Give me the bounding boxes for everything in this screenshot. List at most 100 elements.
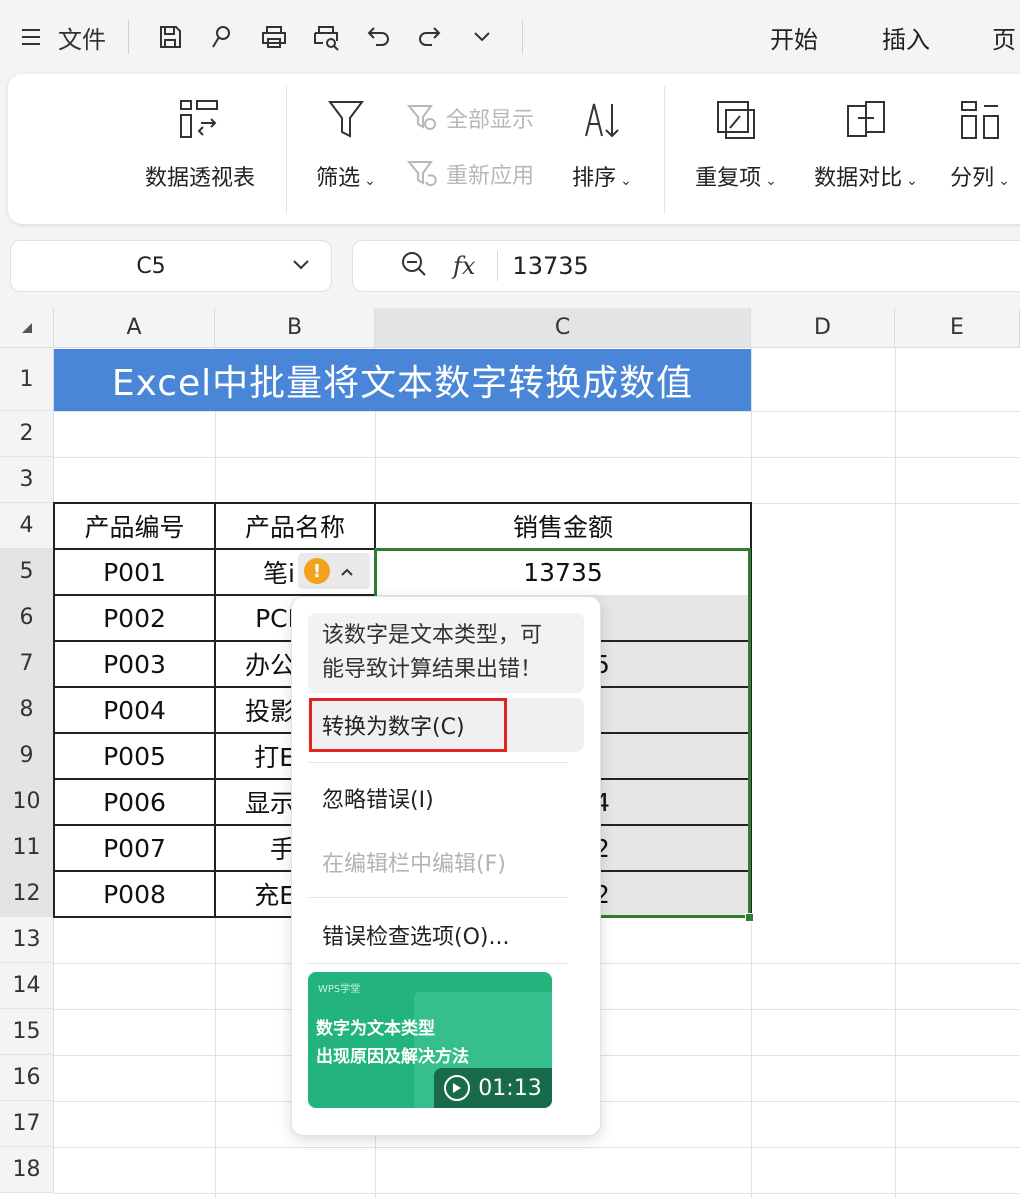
table-cell-id[interactable]: P001 bbox=[54, 549, 215, 595]
column-header[interactable]: B bbox=[215, 308, 375, 348]
duplicates-button[interactable]: 重复项 ⌄ bbox=[686, 96, 786, 192]
row-header[interactable]: 8 bbox=[0, 687, 54, 733]
tutorial-video-thumbnail[interactable]: WPS学堂 数字为文本类型 出现原因及解决方法 01:13 bbox=[308, 972, 552, 1108]
table-cell-amount[interactable]: 13735 bbox=[375, 549, 751, 595]
row-header[interactable]: 16 bbox=[0, 1055, 54, 1101]
print-preview-icon[interactable] bbox=[308, 18, 344, 56]
row-header[interactable]: 17 bbox=[0, 1101, 54, 1147]
table-cell-name[interactable]: 手 bbox=[215, 825, 295, 871]
gridline bbox=[54, 1147, 1020, 1148]
chevron-down-icon[interactable] bbox=[466, 18, 498, 56]
column-header[interactable]: E bbox=[895, 308, 1020, 348]
sort-label: 排序 bbox=[572, 166, 617, 191]
ribbon: 数据透视表 筛选 ⌄ 全部显示 重新应用 排序 ⌄ 重复项 ⌄ 数据对比 ⌄ 分… bbox=[8, 74, 1020, 224]
name-box[interactable]: C5 bbox=[10, 240, 332, 292]
table-cell-name[interactable]: 显示 bbox=[215, 779, 295, 825]
reapply-label: 重新应用 bbox=[446, 164, 535, 189]
table-border bbox=[214, 502, 216, 918]
show-all-button[interactable]: 全部显示 bbox=[404, 100, 534, 136]
tab-insert[interactable]: 插入 bbox=[882, 18, 930, 56]
row-header[interactable]: 6 bbox=[0, 595, 54, 641]
error-check-options-item[interactable]: 错误检查选项(O)... bbox=[308, 908, 584, 962]
fill-handle[interactable] bbox=[745, 913, 754, 922]
column-header[interactable]: A bbox=[54, 308, 215, 348]
gridline bbox=[54, 457, 1020, 458]
print-icon[interactable] bbox=[256, 18, 292, 56]
row-header[interactable]: 11 bbox=[0, 825, 54, 871]
filter-button[interactable]: 筛选 ⌄ bbox=[308, 96, 384, 192]
row-header[interactable]: 3 bbox=[0, 457, 54, 503]
reapply-button[interactable]: 重新应用 bbox=[404, 156, 534, 192]
row-header[interactable]: 14 bbox=[0, 963, 54, 1009]
save-icon[interactable] bbox=[152, 18, 188, 56]
table-cell-id[interactable]: P004 bbox=[54, 687, 215, 733]
tab-home[interactable]: 开始 bbox=[770, 18, 818, 56]
chevron-down-icon[interactable] bbox=[291, 257, 311, 276]
row-header[interactable]: 5 bbox=[0, 549, 54, 595]
file-menu[interactable]: 文件 bbox=[54, 18, 110, 56]
pivot-table-label: 数据透视表 bbox=[144, 166, 255, 191]
data-compare-label: 数据对比 bbox=[814, 166, 903, 191]
undo-icon[interactable] bbox=[360, 18, 396, 56]
table-cell-id[interactable]: P007 bbox=[54, 825, 215, 871]
data-compare-button[interactable]: 数据对比 ⌄ bbox=[804, 96, 928, 192]
redo-icon[interactable] bbox=[412, 18, 448, 56]
sheet-title[interactable]: Excel中批量将文本数字转换成数值 bbox=[54, 349, 751, 411]
table-cell-id[interactable]: P008 bbox=[54, 871, 215, 917]
table-cell-id[interactable]: P006 bbox=[54, 779, 215, 825]
row-header[interactable]: 9 bbox=[0, 733, 54, 779]
table-cell-id[interactable]: P002 bbox=[54, 595, 215, 641]
select-all-corner[interactable] bbox=[0, 308, 54, 348]
chevron-down-icon: ⌄ bbox=[364, 173, 376, 189]
table-cell-name[interactable]: 投影 bbox=[215, 687, 295, 733]
ignore-error-item[interactable]: 忽略错误(I) bbox=[308, 771, 584, 825]
row-header[interactable]: 7 bbox=[0, 641, 54, 687]
table-border bbox=[53, 502, 55, 918]
hamburger-menu-icon[interactable] bbox=[16, 18, 46, 56]
table-cell-id[interactable]: P003 bbox=[54, 641, 215, 687]
video-title-line: 出现原因及解决方法 bbox=[316, 1047, 469, 1067]
duplicates-label: 重复项 bbox=[695, 166, 762, 191]
chevron-down-icon: ⌄ bbox=[620, 173, 632, 189]
table-cell-name[interactable]: 打E bbox=[215, 733, 295, 779]
row-header[interactable]: 1 bbox=[0, 348, 54, 411]
sort-button[interactable]: 排序 ⌄ bbox=[564, 96, 640, 192]
tab-page[interactable]: 页 bbox=[992, 18, 1016, 56]
row-header[interactable]: 13 bbox=[0, 917, 54, 963]
duration-text: 01:13 bbox=[478, 1075, 542, 1101]
filter-label: 筛选 bbox=[316, 166, 361, 191]
table-cell-id[interactable]: P005 bbox=[54, 733, 215, 779]
reapply-icon bbox=[404, 156, 440, 192]
error-smart-tag-button[interactable]: ! bbox=[298, 553, 370, 589]
header-cell-id[interactable]: 产品编号 bbox=[54, 503, 215, 549]
row-header[interactable]: 15 bbox=[0, 1009, 54, 1055]
chevron-up-icon bbox=[340, 562, 354, 581]
row-header[interactable]: 10 bbox=[0, 779, 54, 825]
row-header[interactable]: 4 bbox=[0, 503, 54, 549]
error-message-line: 能导致计算结果出错！ bbox=[322, 657, 543, 682]
show-all-icon bbox=[404, 100, 440, 136]
function-icon[interactable]: fx bbox=[453, 252, 475, 280]
pivot-table-button[interactable]: 数据透视表 bbox=[138, 96, 262, 192]
table-cell-name[interactable]: PCI bbox=[215, 595, 295, 641]
video-duration[interactable]: 01:13 bbox=[434, 1068, 552, 1108]
zoom-out-icon[interactable] bbox=[399, 249, 429, 283]
row-header[interactable]: 18 bbox=[0, 1147, 54, 1193]
edit-in-formula-bar-item[interactable]: 在编辑栏中编辑(F) bbox=[308, 835, 584, 889]
table-cell-name[interactable]: 充E bbox=[215, 871, 295, 917]
table-cell-name[interactable]: 办公 bbox=[215, 641, 295, 687]
error-message-line: 该数字是文本类型，可 bbox=[322, 623, 543, 648]
split-column-button[interactable]: 分列 ⌄ bbox=[942, 96, 1018, 192]
filter-icon bbox=[322, 96, 370, 144]
formula-input[interactable]: 13735 bbox=[512, 252, 588, 280]
row-header[interactable]: 2 bbox=[0, 411, 54, 457]
table-cell-name[interactable]: 笔i bbox=[215, 549, 295, 595]
menu-divider bbox=[308, 762, 568, 763]
header-cell-name[interactable]: 产品名称 bbox=[215, 503, 375, 549]
header-cell-amount[interactable]: 销售金额 bbox=[375, 503, 751, 549]
divider bbox=[128, 20, 129, 54]
row-header[interactable]: 12 bbox=[0, 871, 54, 917]
column-header[interactable]: C bbox=[375, 308, 751, 348]
link-icon[interactable] bbox=[204, 18, 240, 56]
column-header[interactable]: D bbox=[751, 308, 895, 348]
